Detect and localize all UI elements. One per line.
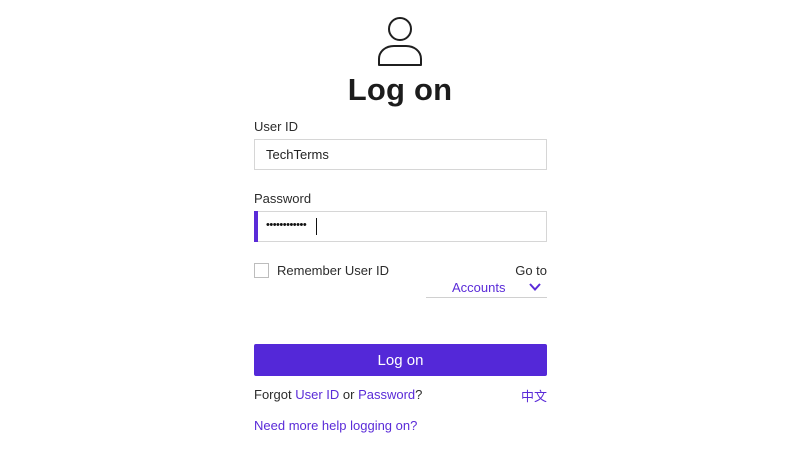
forgot-user-id-link[interactable]: User ID [295,387,339,402]
logon-page: Log on User ID TechTerms Password ••••••… [0,0,800,450]
forgot-credentials: Forgot User ID or Password? [254,387,422,402]
help-link[interactable]: Need more help logging on? [254,418,417,433]
chevron-down-icon [529,283,541,291]
forgot-password-link[interactable]: Password [358,387,415,402]
language-link[interactable]: 中文 [521,386,547,405]
user-id-label: User ID [254,119,299,134]
password-input[interactable]: •••••••••••• [254,211,547,242]
forgot-prefix: Forgot [254,387,292,402]
remember-user-id-label: Remember User ID [277,263,389,278]
logon-button[interactable]: Log on [254,344,547,376]
password-value: •••••••••••• [266,219,307,231]
user-id-input[interactable]: TechTerms [254,139,547,170]
goto-label: Go to [515,263,547,278]
user-id-value: TechTerms [266,147,329,162]
forgot-suffix: ? [415,387,423,402]
remember-user-id-checkbox[interactable] [254,263,269,278]
user-icon [378,17,422,66]
password-label: Password [254,191,312,206]
goto-selected-value: Accounts [452,280,506,295]
goto-dropdown[interactable]: Accounts [426,279,547,298]
page-title: Log on [347,72,453,107]
forgot-or: or [342,387,355,402]
text-caret [316,218,317,235]
